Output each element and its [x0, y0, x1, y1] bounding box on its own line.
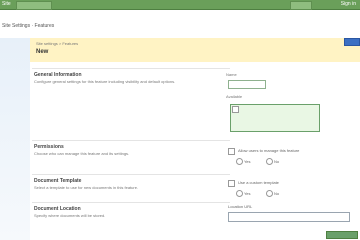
top-bar: Site Sign in	[0, 0, 360, 10]
template-checkbox[interactable]	[228, 180, 235, 187]
perm-yes-label: Yes	[244, 159, 251, 164]
perm-no-label: No	[274, 159, 280, 164]
section-general: General Information Configure general se…	[32, 68, 230, 127]
select-2-label: Available	[226, 94, 243, 99]
template-no-label: No	[274, 191, 280, 196]
perm-checkbox[interactable]	[228, 148, 235, 155]
content-area: General Information Configure general se…	[30, 62, 360, 240]
listbox-checkbox[interactable]	[232, 106, 239, 113]
perm-label: Allow users to manage this feature	[238, 148, 300, 153]
ok-button[interactable]	[326, 231, 358, 239]
topbar-title: Site	[2, 1, 11, 7]
sign-in-link[interactable]: Sign in	[341, 0, 356, 9]
location-label: Location URL	[228, 204, 253, 209]
left-navigation	[0, 38, 31, 240]
section-heading: General Information	[34, 72, 82, 78]
section-description: Select a template to use for new documen…	[34, 185, 139, 190]
select-1-label: Name	[226, 72, 237, 77]
header-action-button[interactable]	[344, 38, 360, 46]
page-title: New	[36, 49, 49, 55]
section-description: Specify where documents will be stored.	[34, 213, 106, 218]
section-description: Choose who can manage this feature and i…	[34, 151, 130, 156]
tab-1[interactable]	[16, 1, 52, 10]
page-header: Site settings > Features New	[30, 38, 360, 63]
template-yes-label: Yes	[244, 191, 251, 196]
breadcrumb: Site settings > Features	[36, 41, 79, 46]
template-radio-yes[interactable]	[236, 190, 243, 197]
tab-2[interactable]	[290, 1, 312, 10]
section-location: Document Location Specify where document…	[32, 202, 230, 237]
select-1[interactable]	[228, 80, 266, 89]
template-label: Use a custom template	[238, 180, 279, 185]
listbox[interactable]	[230, 104, 320, 132]
perm-radio-no[interactable]	[266, 158, 273, 165]
section-template: Document Template Select a template to u…	[32, 174, 230, 199]
right-panel: Name Available	[226, 72, 356, 132]
location-input[interactable]	[228, 212, 350, 222]
section-description: Configure general settings for this feat…	[34, 79, 176, 84]
section-heading: Document Location	[34, 206, 81, 212]
site-title: Site Settings · Features	[2, 23, 55, 29]
template-radio-no[interactable]	[266, 190, 273, 197]
title-bar: Site Settings · Features	[0, 10, 360, 39]
section-heading: Document Template	[34, 178, 82, 184]
section-heading: Permissions	[34, 144, 64, 150]
perm-radio-yes[interactable]	[236, 158, 243, 165]
